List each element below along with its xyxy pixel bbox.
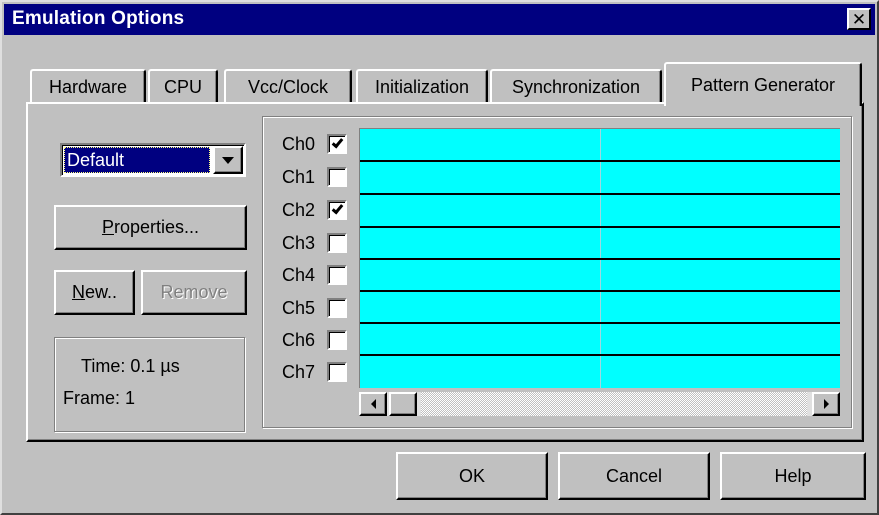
close-icon: ✕ (851, 9, 867, 29)
cancel-button[interactable]: Cancel (558, 452, 710, 500)
help-button[interactable]: Help (720, 452, 866, 500)
tab-pattern-generator[interactable]: Pattern Generator (664, 62, 862, 106)
tab-label: Vcc/Clock (247, 76, 328, 97)
tab-initialization[interactable]: Initialization (356, 69, 488, 103)
tab-label: Synchronization (511, 76, 641, 97)
tab-synchronization[interactable]: Synchronization (490, 69, 662, 103)
tab-cpu[interactable]: CPU (148, 69, 218, 103)
tab-label: Initialization (374, 76, 470, 97)
pattern-generator-panel (26, 102, 864, 442)
tab-vcc-clock[interactable]: Vcc/Clock (224, 69, 352, 103)
cancel-label: Cancel (605, 465, 663, 486)
tab-label: CPU (163, 76, 202, 97)
help-label: Help (774, 465, 812, 486)
ok-button[interactable]: OK (396, 452, 548, 500)
tab-hardware[interactable]: Hardware (30, 69, 146, 103)
ok-label: OK (458, 465, 485, 486)
tab-label: Pattern Generator (690, 74, 836, 95)
title-bar[interactable]: Emulation Options ✕ (4, 4, 875, 35)
close-button[interactable]: ✕ (847, 8, 871, 30)
window-title: Emulation Options (12, 8, 185, 29)
tab-label: Hardware (48, 76, 128, 97)
